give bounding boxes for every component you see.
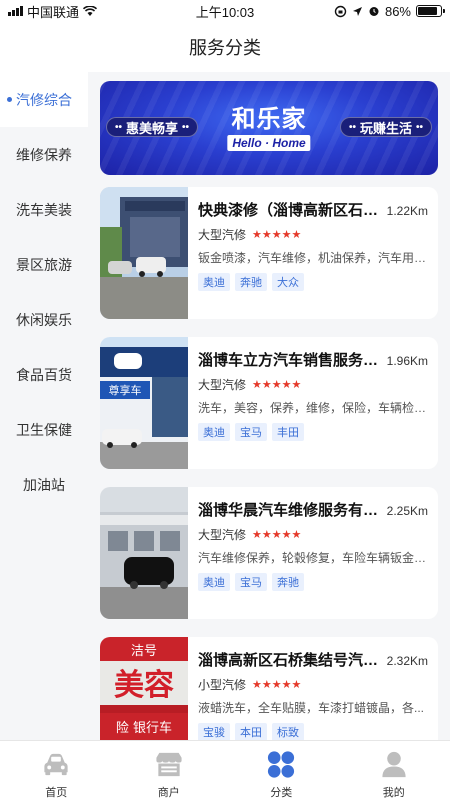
sidebar-item-groceries[interactable]: 食品百货	[0, 347, 88, 402]
merchant-card[interactable]: 淄博华晨汽车维修服务有限... 2.25Km 大型汽修 ★★★★★ 汽车维修保养…	[100, 487, 438, 619]
brand-tags: 奥迪 宝马 奔驰	[198, 573, 428, 591]
brand-tag: 奥迪	[198, 573, 230, 591]
tab-label: 我的	[382, 787, 405, 799]
merchant-type: 小型汽修	[198, 678, 247, 692]
category-icon	[268, 751, 295, 778]
merchant-type: 大型汽修	[198, 528, 247, 542]
battery-percent: 86%	[384, 3, 411, 19]
sidebar-item-tourism[interactable]: 景区旅游	[0, 237, 88, 292]
merchant-services: 汽车维修保养，轮毂修复，车险车辆钣金喷...	[198, 551, 428, 565]
category-sidebar: 汽修综合 维修保养 洗车美装 景区旅游 休闲娱乐 食品百货 卫生保健 加油站	[0, 72, 88, 740]
brand-tag: 标致	[272, 723, 304, 740]
tab-category[interactable]: 分类	[225, 741, 338, 800]
merchant-name: 快典漆修（淄博高新区石桥...	[198, 202, 384, 219]
merchant-services: 钣金喷漆，汽车维修，机油保养，汽车用品...	[198, 251, 428, 265]
sidebar-item-gas-station[interactable]: 加油站	[0, 457, 88, 512]
sidebar-item-leisure[interactable]: 休闲娱乐	[0, 292, 88, 347]
brand-tag: 宝骏	[198, 723, 230, 740]
rating-stars: ★★★★★	[252, 529, 302, 541]
tab-home[interactable]: 首页	[0, 741, 113, 800]
merchant-distance: 2.25Km	[386, 504, 428, 518]
merchant-photo: 洁号 美容 险 银行车	[100, 637, 188, 740]
store-icon	[156, 752, 182, 777]
merchant-name: 淄博车立方汽车销售服务有...	[198, 352, 384, 369]
merchant-photo: 尊享车	[100, 337, 188, 469]
sidebar-item-maintenance[interactable]: 维修保养	[0, 127, 88, 182]
rating-stars: ★★★★★	[252, 379, 302, 391]
brand-tag: 宝马	[235, 573, 267, 591]
sign-text: 尊享车	[109, 383, 142, 397]
sidebar-item-label: 休闲娱乐	[16, 311, 72, 328]
sidebar-item-healthcare[interactable]: 卫生保健	[0, 402, 88, 457]
tab-merchants[interactable]: 商户	[113, 741, 226, 800]
sidebar-item-label: 汽修综合	[16, 91, 72, 108]
brand-tags: 奥迪 奔驰 大众	[198, 273, 428, 291]
tab-label: 分类	[270, 787, 293, 799]
rating-stars: ★★★★★	[252, 229, 302, 241]
brand-tag: 奥迪	[198, 423, 230, 441]
merchant-type: 大型汽修	[198, 228, 247, 242]
tab-label: 商户	[157, 787, 180, 799]
location-icon	[352, 6, 362, 16]
sign-text: 险 银行车	[116, 720, 172, 736]
merchant-card[interactable]: 洁号 美容 险 银行车 淄博高新区石桥集结号汽车... 2.32Km 小型汽修 …	[100, 637, 438, 740]
merchant-card[interactable]: 尊享车 淄博车立方汽车销售服务有... 1.96Km 大型汽修 ★★★★★ 洗车…	[100, 337, 438, 469]
promo-banner[interactable]: •• 惠美畅享 •• 和乐家 Hello · Home •• 玩赚生活 ••	[100, 81, 438, 175]
carrier-label: 中国联通	[27, 4, 80, 20]
merchant-distance: 2.32Km	[386, 654, 428, 668]
merchant-distance: 1.96Km	[386, 354, 428, 368]
brand-tag: 奔驰	[272, 573, 304, 591]
merchant-photo	[100, 487, 188, 619]
sidebar-item-label: 洗车美装	[16, 201, 72, 218]
banner-subtitle: Hello · Home	[227, 135, 311, 151]
tab-label: 首页	[45, 787, 68, 799]
rotation-lock-icon	[334, 5, 347, 17]
sign-text: 洁号	[131, 644, 157, 659]
merchant-card[interactable]: 快典漆修（淄博高新区石桥... 1.22Km 大型汽修 ★★★★★ 钣金喷漆，汽…	[100, 187, 438, 319]
sidebar-item-car-wash[interactable]: 洗车美装	[0, 182, 88, 237]
alarm-icon	[369, 7, 379, 16]
merchant-services: 洗车，美容，保养，维修，保险，车辆检测...	[198, 401, 428, 415]
sidebar-item-label: 卫生保健	[16, 421, 72, 438]
status-bar: 中国联通 上午10:03 86%	[0, 0, 450, 22]
brand-tags: 奥迪 宝马 丰田	[198, 423, 428, 441]
sidebar-item-label: 景区旅游	[16, 256, 72, 273]
brand-tag: 宝马	[235, 423, 267, 441]
merchant-type: 大型汽修	[198, 378, 247, 392]
merchant-name: 淄博高新区石桥集结号汽车...	[198, 652, 384, 669]
brand-tag: 奥迪	[198, 273, 230, 291]
brand-tag: 丰田	[272, 423, 304, 441]
brand-tag: 大众	[272, 273, 304, 291]
sidebar-item-auto-repair[interactable]: 汽修综合	[0, 72, 88, 127]
user-icon	[382, 751, 406, 778]
bottom-tab-bar: 首页 商户 分类 我的	[0, 740, 450, 800]
battery-icon	[416, 5, 445, 17]
sign-text: 美容	[114, 668, 174, 703]
merchant-name: 淄博华晨汽车维修服务有限...	[198, 502, 384, 519]
sidebar-item-label: 加油站	[23, 476, 65, 493]
sidebar-item-label: 维修保养	[16, 146, 72, 163]
merchant-services: 液蜡洗车，全车贴膜，车漆打蜡镀晶，各...	[198, 701, 425, 715]
tab-profile[interactable]: 我的	[338, 741, 450, 800]
rating-stars: ★★★★★	[252, 679, 302, 691]
brand-tag: 本田	[235, 723, 267, 740]
nav-bar: 服务分类	[0, 22, 450, 72]
banner-right-tag: •• 玩赚生活 ••	[339, 117, 432, 137]
merchant-photo	[100, 187, 188, 319]
sidebar-item-label: 食品百货	[16, 366, 72, 383]
merchant-list: •• 惠美畅享 •• 和乐家 Hello · Home •• 玩赚生活 •• 快典漆修（…	[88, 72, 450, 740]
car-icon	[44, 753, 68, 776]
brand-tag: 奔驰	[235, 273, 267, 291]
page-title: 服务分类	[189, 38, 261, 58]
signal-icon	[8, 6, 23, 16]
brand-tags: 宝骏 本田 标致	[198, 723, 428, 740]
merchant-distance: 1.22Km	[386, 204, 428, 218]
wifi-icon	[83, 6, 98, 16]
